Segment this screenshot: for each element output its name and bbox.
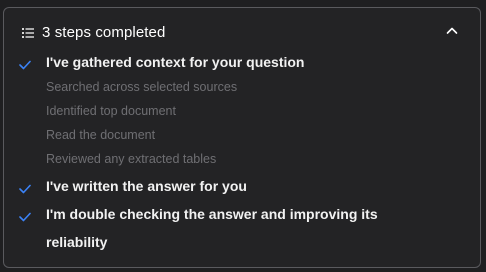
step-label: I've gathered context for your question xyxy=(46,54,305,70)
steps-summary-title: 3 steps completed xyxy=(42,24,166,41)
substep-label: Read the document xyxy=(46,128,156,142)
checkmark-icon xyxy=(19,212,31,222)
step-item: I've written the answer for you xyxy=(4,172,480,200)
substep-label: Searched across selected sources xyxy=(46,80,238,94)
step-label: I'm double checking the answer and impro… xyxy=(46,206,378,250)
step-label: I've written the answer for you xyxy=(46,178,247,194)
checkmark-icon xyxy=(19,184,31,194)
steps-panel: 3 steps completed I've gathered context … xyxy=(3,7,481,268)
substep-label: Identified top document xyxy=(46,104,176,118)
checkmark-icon xyxy=(19,60,31,70)
substep-label: Reviewed any extracted tables xyxy=(46,152,217,166)
step-item: I'm double checking the answer and impro… xyxy=(4,200,480,256)
step-item: I've gathered context for your question xyxy=(4,48,480,76)
chevron-up-icon[interactable] xyxy=(444,23,460,39)
list-icon xyxy=(22,28,34,38)
